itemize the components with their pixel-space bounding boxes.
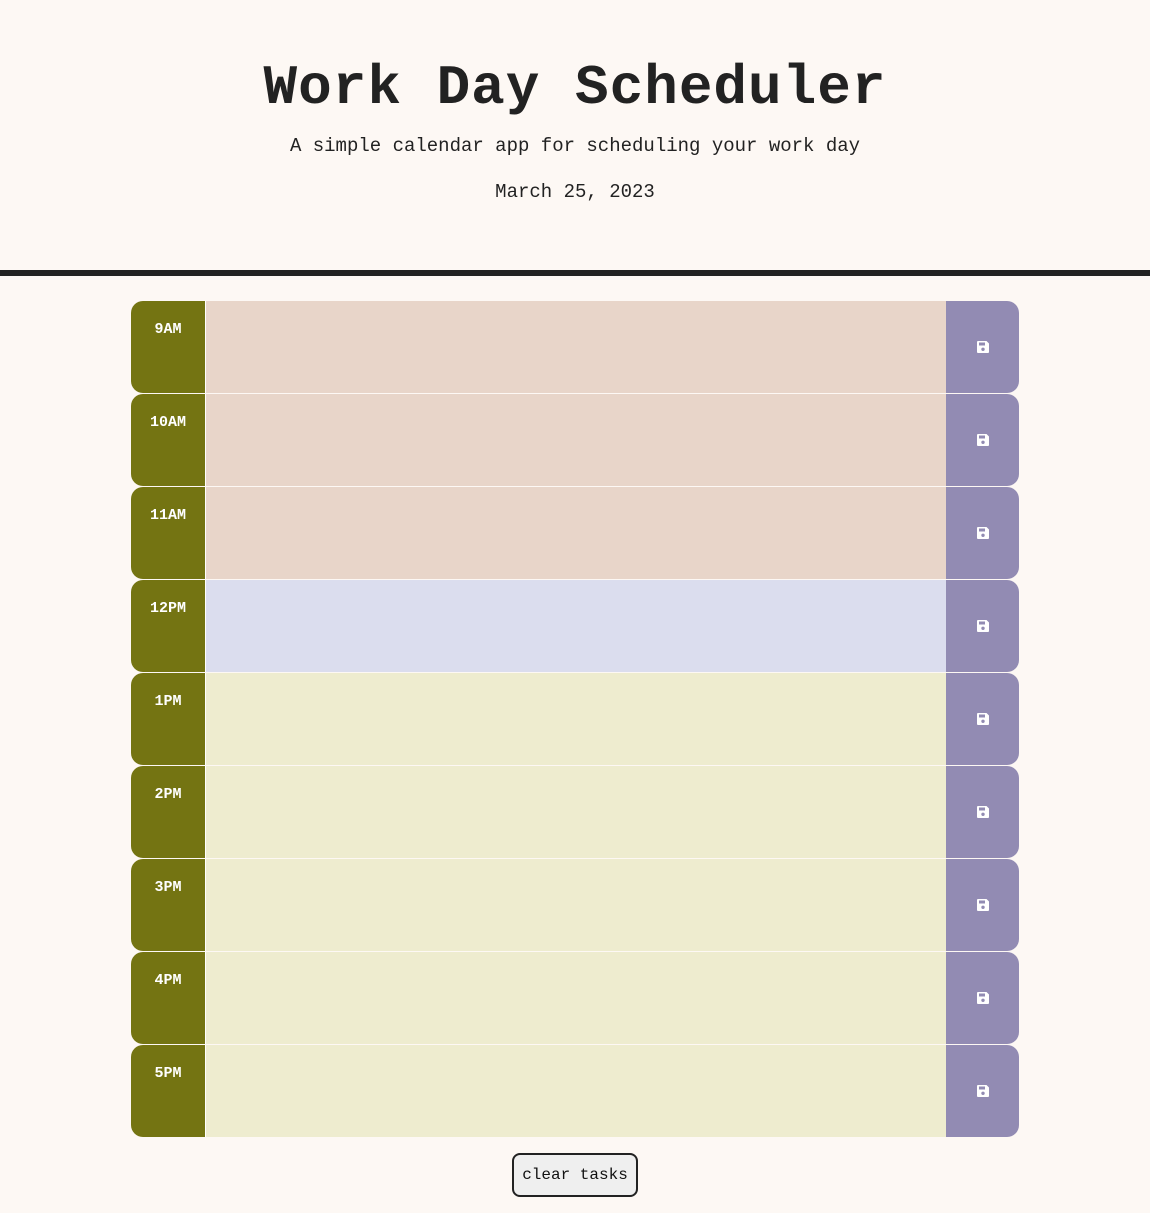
hour-label: 2PM [131,766,205,858]
task-input[interactable] [205,394,946,486]
save-button[interactable] [946,673,1019,765]
task-input[interactable] [205,487,946,579]
save-button[interactable] [946,580,1019,672]
save-icon [976,619,990,633]
save-button[interactable] [946,1045,1019,1137]
task-input[interactable] [205,673,946,765]
save-icon [976,712,990,726]
page-title: Work Day Scheduler [263,56,887,120]
time-block-row: 9AM [131,301,1019,393]
task-input[interactable] [205,766,946,858]
page-subtitle: A simple calendar app for scheduling you… [289,135,861,157]
hour-label: 5PM [131,1045,205,1137]
footer: clear tasks [0,1153,1150,1197]
current-date: March 25, 2023 [495,181,655,203]
time-block-row: 2PM [131,766,1019,858]
task-input[interactable] [205,859,946,951]
page-header: Work Day Scheduler A simple calendar app… [0,0,1150,276]
save-icon [976,340,990,354]
task-input[interactable] [205,952,946,1044]
clear-tasks-button[interactable]: clear tasks [512,1153,638,1197]
task-input[interactable] [205,1045,946,1137]
time-block-row: 12PM [131,580,1019,672]
save-icon [976,991,990,1005]
task-input[interactable] [205,301,946,393]
save-icon [976,526,990,540]
time-block-row: 4PM [131,952,1019,1044]
hour-label: 4PM [131,952,205,1044]
time-block-row: 1PM [131,673,1019,765]
hour-label: 9AM [131,301,205,393]
save-button[interactable] [946,952,1019,1044]
save-button[interactable] [946,394,1019,486]
save-icon [976,898,990,912]
save-button[interactable] [946,301,1019,393]
time-block-row: 5PM [131,1045,1019,1137]
save-icon [976,433,990,447]
hour-label: 11AM [131,487,205,579]
hour-label: 1PM [131,673,205,765]
save-button[interactable] [946,487,1019,579]
hour-label: 3PM [131,859,205,951]
hour-label: 10AM [131,394,205,486]
schedule-container: 9AM 10AM 11AM 12PM 1PM 2PM 3PM 4PM 5PM [131,301,1019,1138]
save-icon [976,1084,990,1098]
time-block-row: 11AM [131,487,1019,579]
task-input[interactable] [205,580,946,672]
hour-label: 12PM [131,580,205,672]
save-button[interactable] [946,766,1019,858]
time-block-row: 3PM [131,859,1019,951]
save-icon [976,805,990,819]
save-button[interactable] [946,859,1019,951]
time-block-row: 10AM [131,394,1019,486]
